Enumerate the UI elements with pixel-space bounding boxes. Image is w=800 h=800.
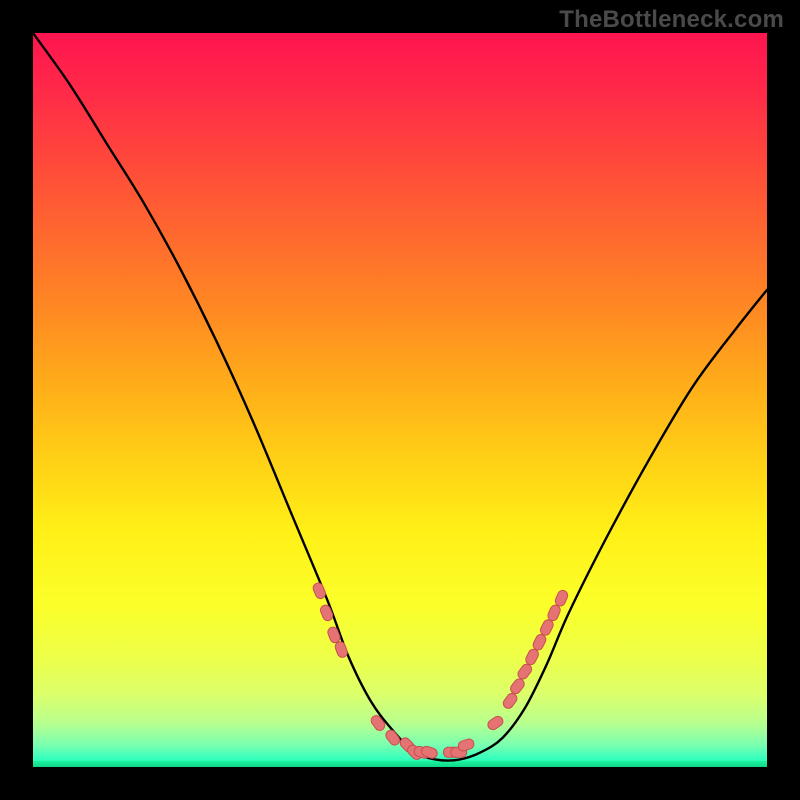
highlight-marker (334, 640, 349, 658)
highlight-marker (509, 677, 527, 696)
highlight-marker (369, 714, 387, 733)
highlight-marker (384, 728, 402, 747)
highlight-marker (312, 581, 327, 600)
watermark-text: TheBottleneck.com (559, 6, 784, 34)
marker-layer (312, 581, 570, 761)
plot-area (33, 33, 767, 767)
bottleneck-curve-line (33, 33, 767, 761)
highlight-marker (319, 604, 334, 623)
chart-stage: TheBottleneck.com (0, 0, 800, 800)
chart-overlay-svg (33, 33, 767, 767)
highlight-marker (486, 714, 505, 731)
highlight-marker (457, 738, 475, 753)
highlight-marker (501, 692, 519, 711)
